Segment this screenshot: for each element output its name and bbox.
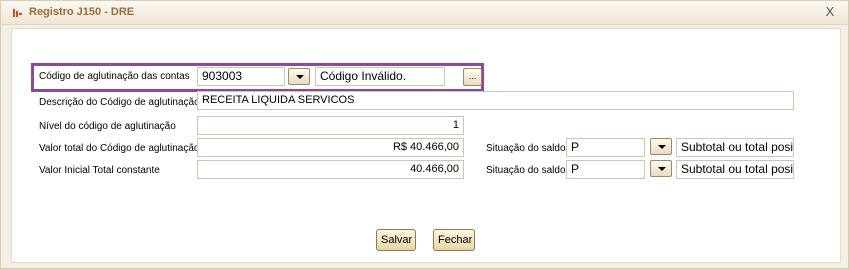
lookup-button[interactable]: ... <box>463 68 482 86</box>
situacao-dropdown-button-2[interactable] <box>650 160 672 177</box>
codigo-input[interactable]: 903003 <box>197 67 285 86</box>
codigo-label: Código de aglutinação das contas <box>39 71 190 82</box>
app-icon <box>13 9 22 17</box>
situacao-desc-field-2: Subtotal ou total positivo <box>676 160 794 179</box>
nivel-input[interactable]: 1 <box>197 116 464 135</box>
valor-inicial-input[interactable]: 40.466,00 <box>197 160 464 179</box>
dialog-window: Registro J150 - DRE X Código de aglutina… <box>0 0 849 269</box>
descricao-input[interactable]: RECEITA LIQUIDA SERVICOS <box>197 91 794 110</box>
situacao-saldo-select-1[interactable]: P <box>566 138 645 157</box>
nivel-label: Nível do código de aglutinação <box>39 121 176 132</box>
title-bar: Registro J150 - DRE X <box>1 1 848 25</box>
valor-total-input[interactable]: R$ 40.466,00 <box>197 138 464 157</box>
save-button[interactable]: Salvar <box>376 229 416 251</box>
situacao-saldo-label-1: Situação do saldo <box>486 143 566 154</box>
valor-total-label: Valor total do Código de aglutinação <box>39 143 200 154</box>
close-button[interactable]: Fechar <box>433 229 475 251</box>
valor-inicial-label: Valor Inicial Total constante <box>39 165 160 176</box>
codigo-dropdown-button[interactable] <box>288 68 310 85</box>
window-title: Registro J150 - DRE <box>29 6 135 18</box>
situacao-saldo-select-2[interactable]: P <box>566 160 645 179</box>
descricao-label: Descrição do Código de aglutinação <box>39 97 200 108</box>
situacao-desc-field-1: Subtotal ou total positivo <box>676 138 794 157</box>
situacao-dropdown-button-1[interactable] <box>650 138 672 155</box>
close-icon[interactable]: X <box>822 4 838 20</box>
codigo-status-field: Código Inválido. <box>315 67 445 86</box>
situacao-saldo-label-2: Situação do saldo <box>486 165 566 176</box>
